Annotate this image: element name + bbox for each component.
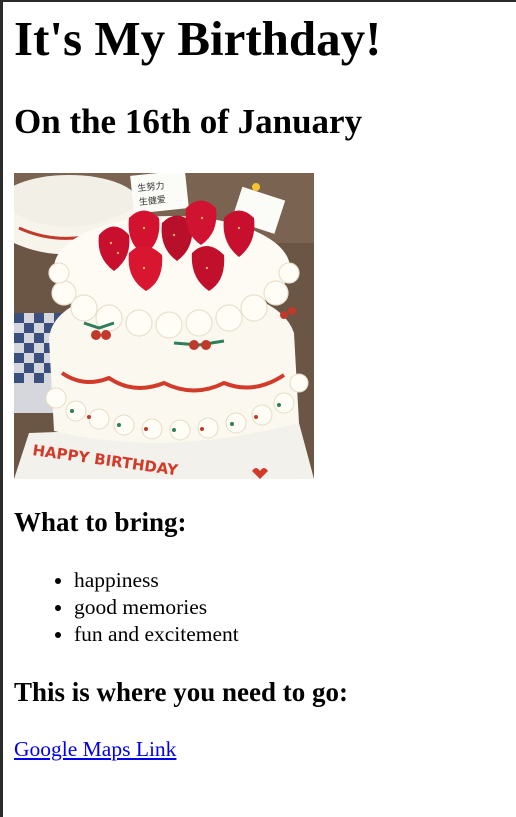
list-item: good memories — [74, 594, 239, 621]
page-title: It's My Birthday! — [14, 11, 382, 66]
bring-heading: What to bring: — [14, 507, 187, 537]
list-item: fun and excitement — [74, 621, 239, 648]
birthday-cake-image: 生努力 生健爱 HAPPY BIRTHDAY — [14, 173, 314, 479]
location-heading: This is where you need to go: — [14, 677, 349, 707]
google-maps-link[interactable]: Google Maps Link — [14, 737, 176, 762]
bring-list: happiness good memories fun and exciteme… — [14, 567, 239, 648]
page-subtitle: On the 16th of January — [14, 102, 363, 141]
list-item: happiness — [74, 567, 239, 594]
